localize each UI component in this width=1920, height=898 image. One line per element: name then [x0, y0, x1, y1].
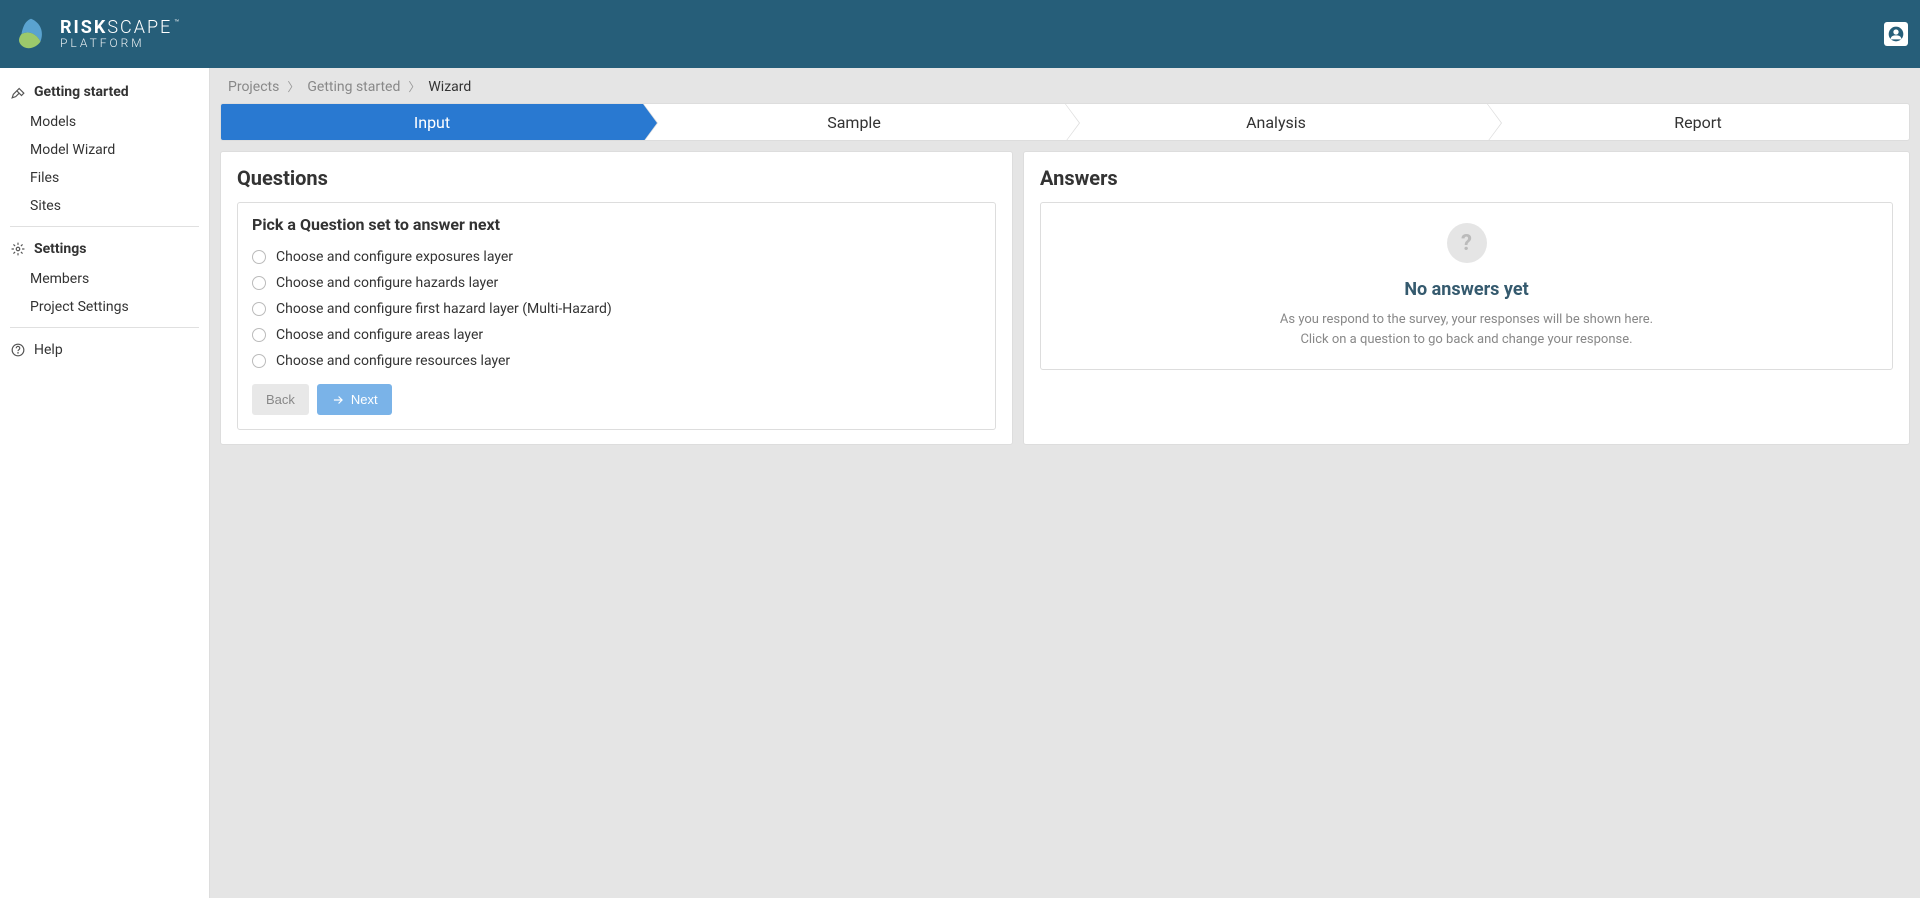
question-card-title: Pick a Question set to answer next	[252, 215, 981, 234]
step-sample[interactable]: Sample	[643, 104, 1065, 140]
breadcrumb-current: Wizard	[428, 79, 471, 95]
wizard-steps: Input Sample Analysis Report	[220, 103, 1910, 141]
radio-icon	[252, 250, 266, 264]
logo[interactable]: RISKSCAPE™ PLATFORM	[12, 15, 181, 53]
sidebar-item-members[interactable]: Members	[0, 265, 209, 293]
logo-mark-icon	[12, 15, 50, 53]
question-option-label: Choose and configure exposures layer	[276, 249, 513, 265]
sidebar-section-label: Getting started	[34, 84, 129, 100]
question-option[interactable]: Choose and configure exposures layer	[252, 244, 981, 270]
question-option-label: Choose and configure first hazard layer …	[276, 301, 612, 317]
back-button[interactable]: Back	[252, 384, 309, 415]
radio-icon	[252, 354, 266, 368]
user-icon	[1888, 26, 1904, 42]
sidebar-item-models[interactable]: Models	[0, 108, 209, 136]
answers-panel: Answers ? No answers yet As you respond …	[1023, 151, 1910, 445]
answers-empty-state: ? No answers yet As you respond to the s…	[1040, 202, 1893, 370]
chevron-right-icon: 〉	[408, 78, 420, 95]
question-option-label: Choose and configure areas layer	[276, 327, 483, 343]
gear-icon	[10, 241, 26, 257]
app-header: RISKSCAPE™ PLATFORM	[0, 0, 1920, 68]
user-menu-button[interactable]	[1884, 22, 1908, 46]
question-option[interactable]: Choose and configure resources layer	[252, 348, 981, 374]
answers-empty-title: No answers yet	[1061, 279, 1872, 300]
question-option[interactable]: Choose and configure hazards layer	[252, 270, 981, 296]
next-button-label: Next	[351, 392, 378, 407]
answers-title: Answers	[1040, 166, 1893, 190]
sidebar-help[interactable]: Help	[0, 334, 209, 366]
wrench-icon	[10, 84, 26, 100]
breadcrumb-link-projects[interactable]: Projects	[228, 79, 279, 95]
question-option[interactable]: Choose and configure first hazard layer …	[252, 296, 981, 322]
questions-panel: Questions Pick a Question set to answer …	[220, 151, 1013, 445]
sidebar-item-files[interactable]: Files	[0, 164, 209, 192]
main-content: Projects 〉 Getting started 〉 Wizard Inpu…	[210, 68, 1920, 898]
chevron-right-icon: 〉	[287, 78, 299, 95]
sidebar-section-getting-started[interactable]: Getting started	[0, 76, 209, 108]
sidebar-item-sites[interactable]: Sites	[0, 192, 209, 220]
radio-icon	[252, 302, 266, 316]
next-button[interactable]: Next	[317, 384, 392, 415]
arrow-right-icon	[331, 393, 345, 407]
question-option[interactable]: Choose and configure areas layer	[252, 322, 981, 348]
question-mark-icon: ?	[1447, 223, 1487, 263]
sidebar-divider	[10, 226, 199, 227]
question-card: Pick a Question set to answer next Choos…	[237, 202, 996, 430]
questions-title: Questions	[237, 166, 996, 190]
radio-icon	[252, 276, 266, 290]
sidebar-section-label: Settings	[34, 241, 86, 257]
question-option-label: Choose and configure resources layer	[276, 353, 510, 369]
sidebar-divider	[10, 327, 199, 328]
sidebar-section-settings[interactable]: Settings	[0, 233, 209, 265]
step-input[interactable]: Input	[221, 104, 643, 140]
step-report[interactable]: Report	[1487, 104, 1909, 140]
logo-text: RISKSCAPE™ PLATFORM	[60, 19, 181, 49]
breadcrumb: Projects 〉 Getting started 〉 Wizard	[210, 68, 1920, 103]
radio-icon	[252, 328, 266, 342]
step-analysis[interactable]: Analysis	[1065, 104, 1487, 140]
breadcrumb-link-getting-started[interactable]: Getting started	[307, 79, 400, 95]
sidebar-item-project-settings[interactable]: Project Settings	[0, 293, 209, 321]
help-icon	[10, 342, 26, 358]
sidebar: Getting started Models Model Wizard File…	[0, 68, 210, 898]
sidebar-help-label: Help	[34, 342, 63, 358]
sidebar-item-model-wizard[interactable]: Model Wizard	[0, 136, 209, 164]
question-option-label: Choose and configure hazards layer	[276, 275, 498, 291]
answers-empty-text: As you respond to the survey, your respo…	[1277, 310, 1657, 349]
